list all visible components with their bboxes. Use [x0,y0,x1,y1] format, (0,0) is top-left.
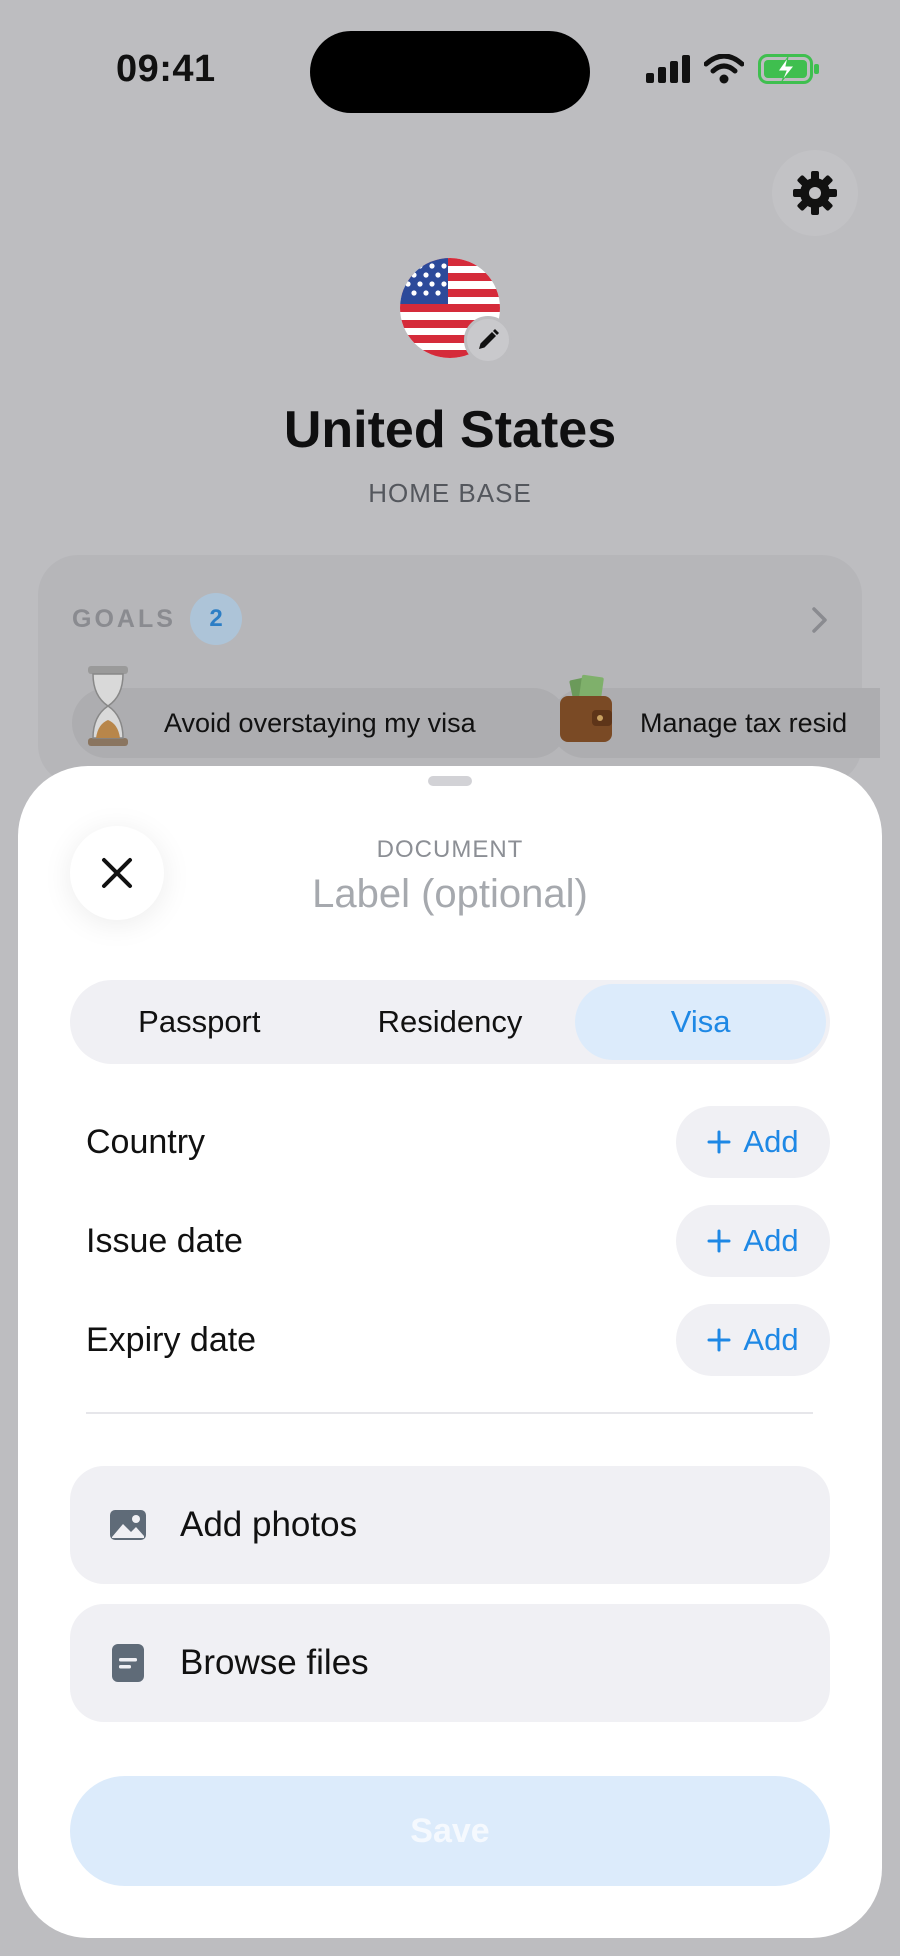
add-country-button[interactable]: Add [676,1106,830,1178]
add-label: Add [743,1223,799,1258]
country-flag-avatar[interactable] [400,258,512,364]
cellular-signal-icon [646,55,690,83]
field-label: Country [86,1122,206,1161]
add-label: Add [743,1124,799,1159]
field-row-country: Country Add [86,1106,830,1178]
document-sheet: DOCUMENT Passport Residency Visa Country… [18,766,882,1938]
action-label: Browse files [180,1643,369,1682]
image-icon [110,1510,146,1540]
wifi-icon [704,54,744,84]
add-photos-button[interactable]: Add photos [70,1466,830,1584]
pencil-icon [479,329,499,349]
plus-icon [707,1229,731,1253]
sheet-grabber[interactable] [428,776,472,786]
goals-label: GOALS [72,605,176,633]
gear-icon [793,171,837,215]
label-input[interactable] [200,872,700,917]
settings-button[interactable] [772,150,858,236]
field-label: Expiry date [86,1320,257,1359]
tab-passport[interactable]: Passport [74,984,325,1060]
wallet-icon [560,674,612,742]
edit-flag-button[interactable] [464,316,512,364]
document-type-tabs: Passport Residency Visa [70,980,830,1064]
status-time: 09:41 [116,48,216,90]
save-button[interactable]: Save [70,1776,830,1886]
status-icons [646,54,820,84]
dynamic-island [310,31,590,113]
field-label: Issue date [86,1221,243,1260]
plus-icon [707,1130,731,1154]
sheet-kicker: DOCUMENT [376,836,524,863]
add-expiry-date-button[interactable]: Add [676,1304,830,1376]
field-row-issue-date: Issue date Add [86,1205,830,1277]
battery-charging-icon [758,54,819,84]
goal-label: Avoid overstaying my visa [164,707,476,738]
action-label: Add photos [180,1505,358,1544]
page-title: United States [283,401,617,459]
add-issue-date-button[interactable]: Add [676,1205,830,1277]
home-base-subtitle: HOME BASE [368,478,532,508]
browse-files-button[interactable]: Browse files [70,1604,830,1722]
tab-visa[interactable]: Visa [575,984,827,1060]
hourglass-icon [88,666,128,746]
goal-chip-tax[interactable]: Manage tax resid [550,674,880,758]
goals-count-badge: 2 [190,593,242,645]
add-label: Add [743,1322,799,1357]
divider [86,1412,813,1414]
tab-residency[interactable]: Residency [325,984,576,1060]
field-row-expiry-date: Expiry date Add [86,1304,830,1376]
chevron-right-icon[interactable] [810,605,830,635]
goals-card[interactable]: GOALS 2 Avoid overstaying my visa Manage… [38,555,880,785]
plus-icon [707,1328,731,1352]
goal-chip-visa[interactable]: Avoid overstaying my visa [72,666,568,758]
goal-label: Manage tax resid [640,707,848,738]
file-icon [112,1644,144,1682]
